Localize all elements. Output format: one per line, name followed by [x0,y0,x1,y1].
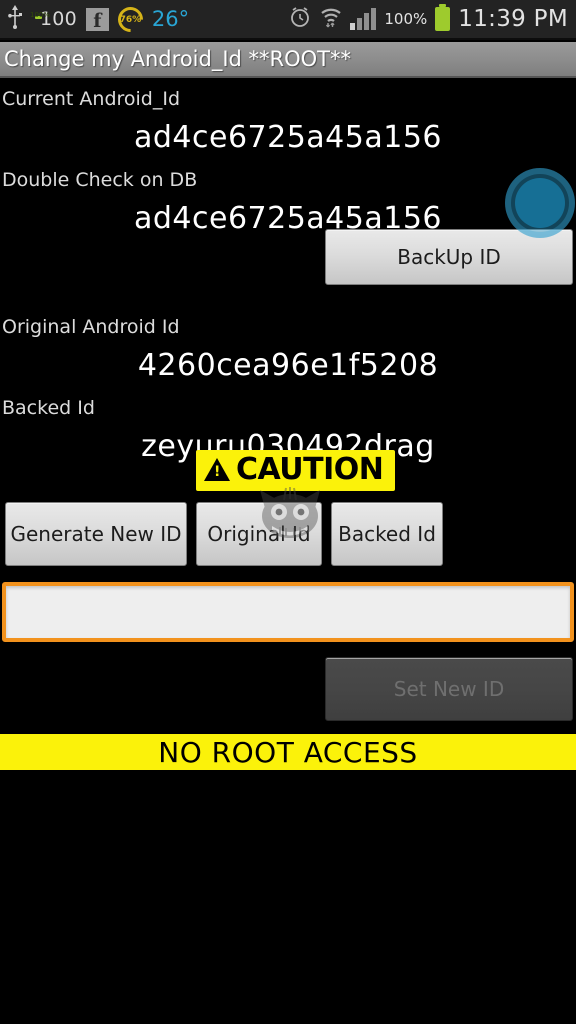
root-status-banner: NO ROOT ACCESS [0,732,576,772]
backed-id-label: Backed Id [2,397,95,419]
wifi-icon [320,6,342,32]
cellular-signal-icon [350,8,377,30]
current-android-id-label: Current Android_Id [2,88,181,110]
data-usage-ring-label: 76% [119,14,142,25]
original-id-button-label: Original Id [207,522,311,546]
generate-new-id-button-label: Generate New ID [10,522,182,546]
status-bar: 100% 100 f 76% 26° 100% 11:39 PM [0,0,576,40]
set-new-id-button-label: Set New ID [393,677,505,701]
data-usage-ring-icon: 76% [112,1,149,37]
touch-ripple-indicator [505,168,575,238]
root-status-banner-label: NO ROOT ACCESS [158,735,418,769]
page-title: Change my Android_Id **ROOT** [4,47,352,71]
backup-id-button-label: BackUp ID [397,245,501,269]
alarm-clock-icon [288,5,312,33]
usb-icon [8,5,22,33]
temperature-indicator: 26° [151,7,190,31]
battery-percent-label: 100% [384,10,428,28]
backed-id-button[interactable]: Backed Id [331,502,443,566]
set-new-id-button[interactable]: Set New ID [325,657,573,721]
app-title-bar: Change my Android_Id **ROOT** [0,42,576,78]
double-check-db-label: Double Check on DB [2,169,198,191]
battery-icon-right [435,4,451,31]
generate-new-id-button[interactable]: Generate New ID [5,502,187,566]
original-android-id-label: Original Android Id [2,316,180,338]
original-android-id-value: 4260cea96e1f5208 [137,348,439,383]
caution-label: CAUTION [236,452,384,487]
status-bar-left: 100% 100 f 76% 26° [8,1,190,37]
status-bar-clock: 11:39 PM [458,6,568,32]
caution-badge: CAUTION [196,450,396,491]
warning-triangle-icon [204,458,230,481]
facebook-icon: f [85,7,109,31]
backed-id-button-label: Backed Id [338,522,436,546]
original-id-button[interactable]: Original Id [196,502,322,566]
new-id-input[interactable] [2,582,574,642]
battery-icon-label: 100% [30,11,51,19]
app-screen: 100% 100 f 76% 26° 100% 11:39 PM Change … [0,0,576,1024]
current-android-id-value: ad4ce6725a45a156 [133,120,442,155]
status-bar-right: 100% 11:39 PM [288,4,568,33]
